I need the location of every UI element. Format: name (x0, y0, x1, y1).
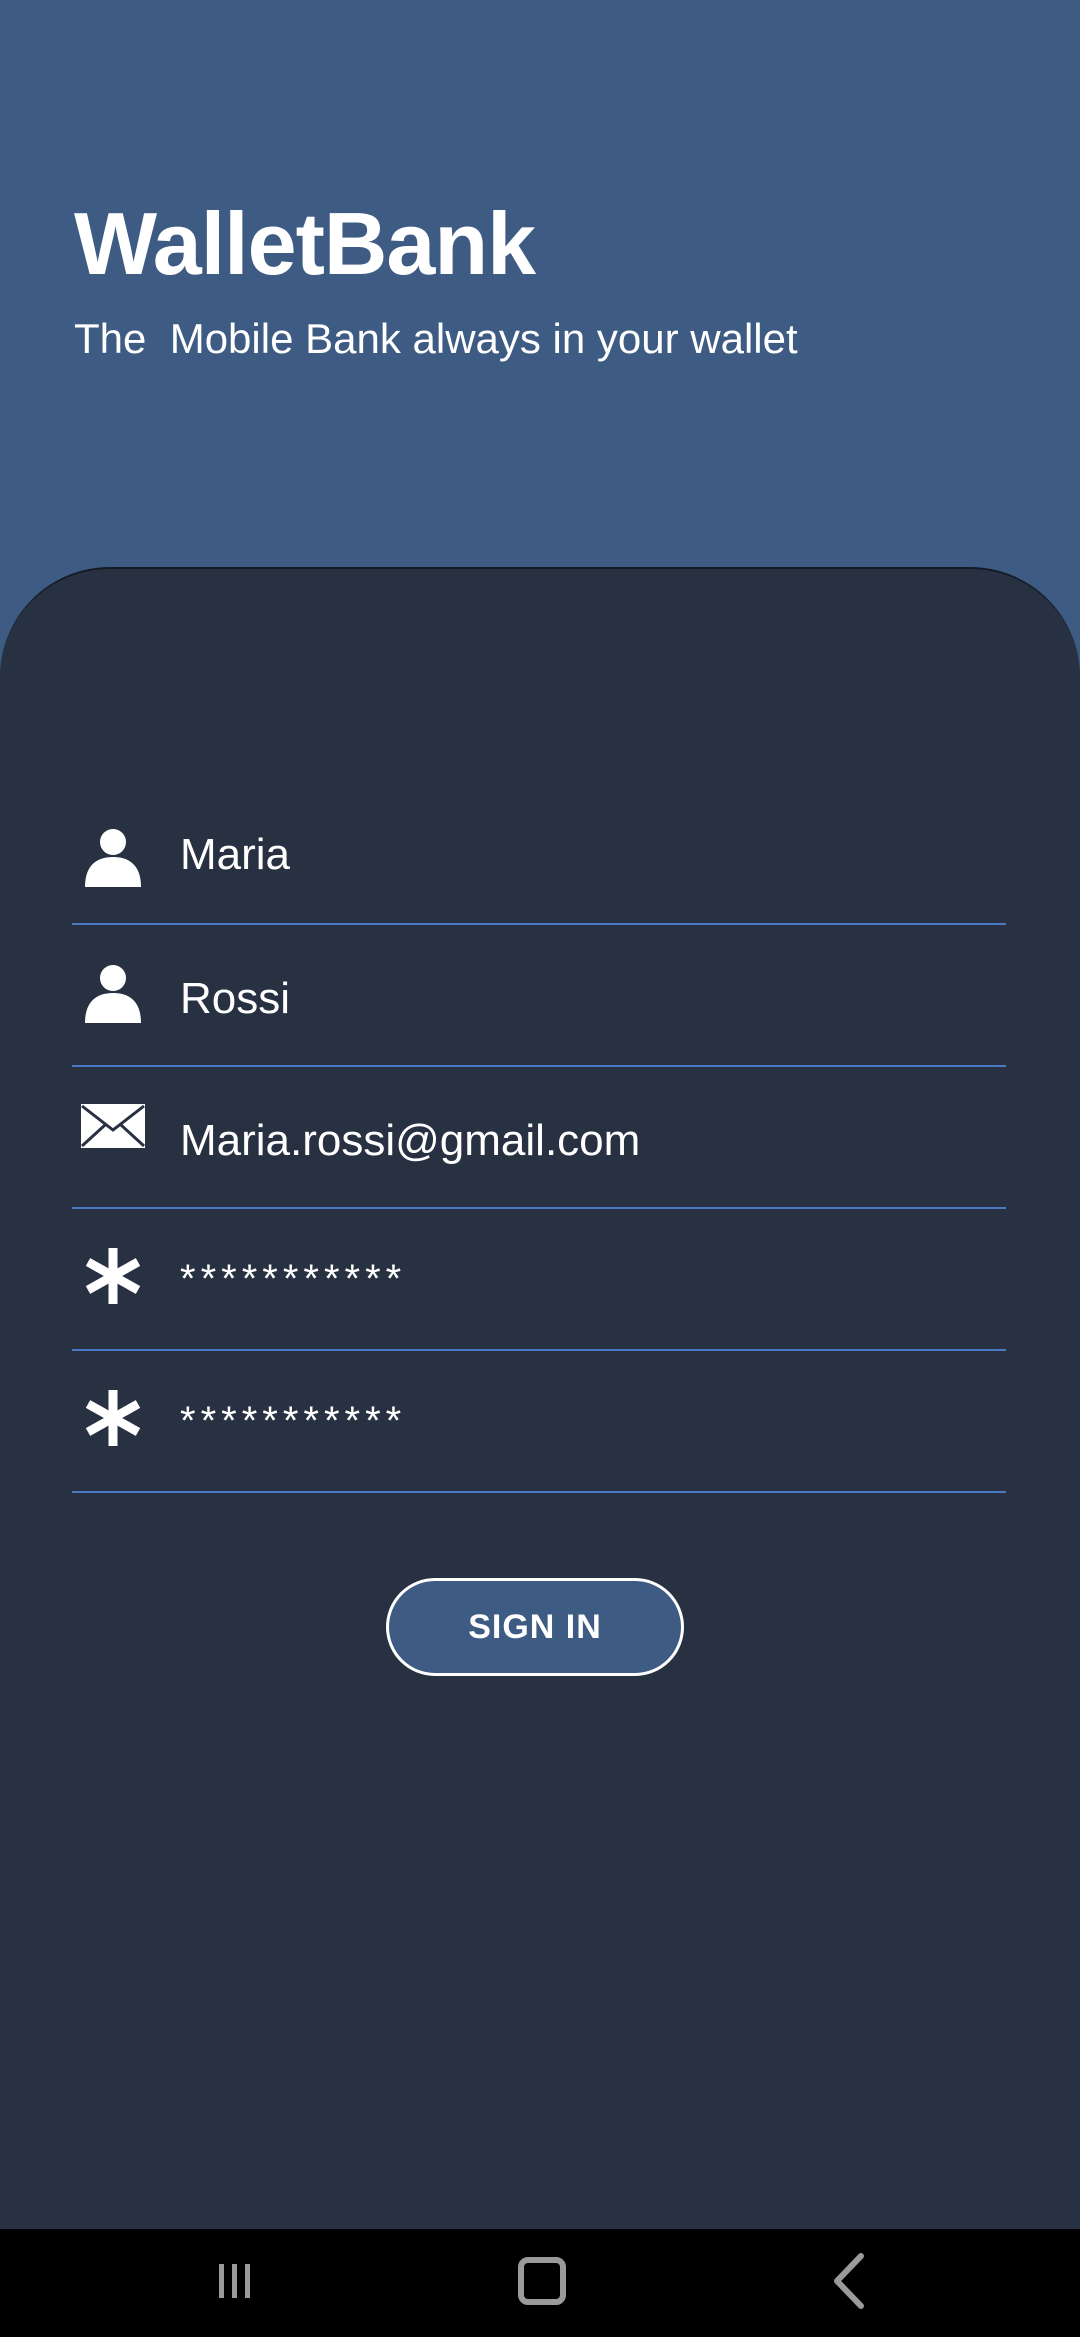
confirm-password-value: *********** (180, 1399, 407, 1443)
signup-card: Maria Rossi Maria.rossi@gmail.com ******… (0, 567, 1080, 2231)
confirm-password-field[interactable]: *********** (72, 1351, 1006, 1493)
back-icon (830, 2252, 866, 2315)
system-navigation-bar (0, 2229, 1080, 2337)
first-name-field[interactable]: Maria (72, 783, 1006, 925)
recents-button[interactable] (175, 2229, 295, 2337)
back-button[interactable] (788, 2229, 908, 2337)
asterisk-icon (78, 1383, 148, 1453)
app-title: WalletBank (74, 194, 536, 293)
app-subtitle: The Mobile Bank always in your wallet (74, 315, 798, 362)
home-button[interactable] (482, 2229, 602, 2337)
header: WalletBank The Mobile Bank always in you… (0, 0, 1080, 600)
last-name-field[interactable]: Rossi (72, 925, 1006, 1067)
email-field[interactable]: Maria.rossi@gmail.com (72, 1067, 1006, 1209)
person-icon (78, 823, 148, 893)
envelope-icon (78, 1091, 148, 1161)
password-field[interactable]: *********** (72, 1209, 1006, 1351)
home-icon (517, 2256, 567, 2311)
password-value: *********** (180, 1257, 407, 1301)
recents-icon (218, 2262, 252, 2305)
sign-in-button[interactable]: SIGN IN (386, 1578, 684, 1676)
last-name-value: Rossi (180, 974, 291, 1023)
asterisk-icon (78, 1241, 148, 1311)
person-icon (78, 959, 148, 1029)
first-name-value: Maria (180, 830, 291, 879)
email-value: Maria.rossi@gmail.com (180, 1116, 641, 1165)
